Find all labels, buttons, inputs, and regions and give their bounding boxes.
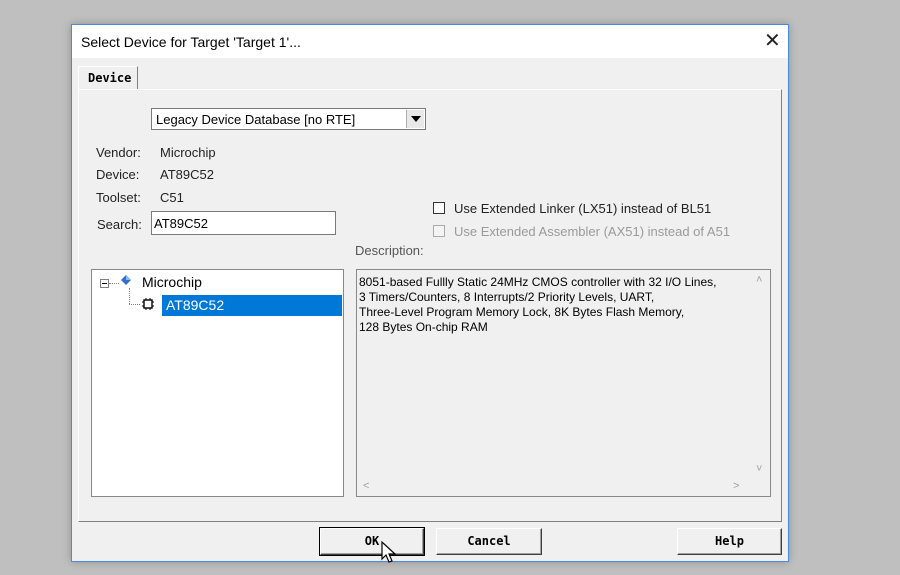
dropdown-button[interactable] — [406, 110, 424, 128]
vendor-value: Microchip — [160, 145, 216, 160]
description-label: Description: — [355, 243, 424, 258]
extended-linker-checkbox[interactable] — [433, 202, 445, 214]
device-database-select[interactable]: Legacy Device Database [no RTE] — [151, 108, 426, 130]
description-box: 8051-based Fullly Static 24MHz CMOS cont… — [356, 269, 771, 497]
close-icon[interactable]: ✕ — [764, 29, 781, 53]
extended-assembler-checkbox — [433, 225, 445, 237]
vendor-diamond-icon — [121, 275, 131, 285]
search-input[interactable] — [151, 211, 336, 235]
description-horizontal-scrollbar[interactable]: ˂ ˃ — [358, 478, 752, 495]
help-button[interactable]: Help — [677, 528, 782, 555]
description-line: 3 Timers/Counters, 8 Interrupts/2 Priori… — [359, 290, 655, 304]
device-value: AT89C52 — [160, 167, 214, 182]
search-label: Search: — [97, 217, 142, 232]
scroll-down-icon[interactable]: ˅ — [756, 463, 762, 475]
title-bar[interactable]: Select Device for Target 'Target 1'... ✕ — [72, 25, 788, 58]
tree-item-vendor[interactable]: Microchip — [142, 274, 202, 290]
scroll-right-icon[interactable]: ˃ — [733, 480, 739, 492]
ok-button[interactable]: OK — [319, 527, 425, 556]
window-title: Select Device for Target 'Target 1'... — [81, 34, 301, 50]
cancel-button[interactable]: Cancel — [436, 528, 542, 555]
chevron-down-icon — [411, 116, 421, 122]
select-device-dialog: Select Device for Target 'Target 1'... ✕… — [71, 24, 789, 563]
chip-icon — [142, 298, 154, 310]
device-database-select-value: Legacy Device Database [no RTE] — [156, 112, 356, 127]
mouse-pointer-icon — [381, 541, 397, 563]
description-line: 8051-based Fullly Static 24MHz CMOS cont… — [359, 275, 717, 289]
cancel-button-label: Cancel — [467, 534, 511, 548]
extended-linker-label[interactable]: Use Extended Linker (LX51) instead of BL… — [454, 201, 711, 216]
extended-assembler-label: Use Extended Assembler (AX51) instead of… — [454, 224, 731, 239]
device-tree[interactable]: Microchip AT89C52 — [91, 269, 344, 497]
device-label: Device: — [96, 167, 140, 182]
toolset-label: Toolset: — [96, 190, 141, 205]
description-line: 128 Bytes On-chip RAM — [359, 320, 488, 334]
toolset-value: C51 — [160, 190, 184, 205]
tree-item-device-selected[interactable]: AT89C52 — [162, 295, 342, 316]
tab-device[interactable]: Device — [78, 66, 138, 90]
description-line: Three-Level Program Memory Lock, 8K Byte… — [359, 305, 685, 319]
scroll-up-icon[interactable]: ˄ — [756, 274, 762, 286]
tab-device-label: Device — [88, 71, 132, 85]
help-button-label: Help — [715, 534, 744, 548]
scroll-left-icon[interactable]: ˂ — [363, 480, 369, 492]
collapse-icon[interactable] — [100, 279, 109, 288]
tree-item-device-label: AT89C52 — [166, 297, 225, 313]
vendor-label: Vendor: — [96, 145, 141, 160]
description-vertical-scrollbar[interactable]: ˄ ˅ — [752, 271, 769, 479]
ok-button-label: OK — [364, 534, 380, 548]
